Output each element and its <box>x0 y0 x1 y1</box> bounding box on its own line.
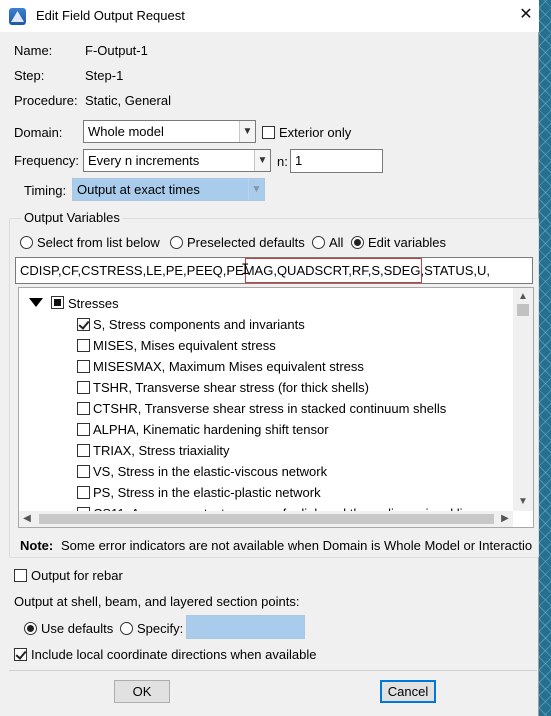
domain-select-value: Whole model <box>88 124 164 139</box>
scroll-thumb[interactable] <box>39 514 494 524</box>
step-value: Step-1 <box>85 68 124 83</box>
tree-item-checkbox[interactable] <box>77 381 90 394</box>
collapse-arrow-icon[interactable] <box>29 298 43 308</box>
chevron-down-icon: ▼ <box>248 179 264 200</box>
rebar-checkbox[interactable] <box>14 569 27 582</box>
tree-item-checkbox[interactable] <box>77 339 90 352</box>
tree-item-label: CTSHR, Transverse shear stress in stacke… <box>93 401 447 416</box>
scroll-left-icon[interactable]: ◀ <box>19 511 35 527</box>
output-variables-tree[interactable]: Stresses S, Stress components and invari… <box>18 287 534 528</box>
step-label: Step: <box>14 68 45 83</box>
local-coords-label: Include local coordinate directions when… <box>31 647 317 662</box>
name-label: Name: <box>14 43 53 58</box>
procedure-value: Static, General <box>85 93 171 108</box>
radio-specify-label: Specify: <box>137 621 184 636</box>
domain-select[interactable]: Whole model ▼ <box>83 120 256 143</box>
note-label: Note: <box>20 538 54 553</box>
radio-preselected-defaults-label: Preselected defaults <box>187 235 305 250</box>
tree-item-label: VS, Stress in the elastic-viscous networ… <box>93 464 328 479</box>
section-points-label: Output at shell, beam, and layered secti… <box>14 594 300 609</box>
tree-item-checkbox[interactable] <box>77 423 90 436</box>
timing-select-value: Output at exact times <box>77 182 200 197</box>
radio-all-label: All <box>329 235 344 250</box>
radio-specify[interactable] <box>120 622 133 635</box>
tree-item-checkbox[interactable] <box>77 444 90 457</box>
radio-select-from-list[interactable] <box>20 236 33 249</box>
radio-preselected-defaults[interactable] <box>170 236 183 249</box>
rebar-label: Output for rebar <box>31 568 123 583</box>
category-checkbox-partial[interactable] <box>51 296 64 309</box>
highlight-annotation-box <box>245 258 422 283</box>
radio-all[interactable] <box>312 236 325 249</box>
divider <box>9 670 537 671</box>
tree-vertical-scrollbar[interactable]: ▲ ▼ <box>513 288 533 511</box>
timing-select[interactable]: Output at exact times ▼ <box>72 178 265 201</box>
chevron-down-icon: ▼ <box>254 150 270 171</box>
scroll-thumb[interactable] <box>517 304 529 316</box>
cancel-button[interactable]: Cancel <box>380 680 436 703</box>
tree-item-label: TRIAX, Stress triaxiality <box>93 443 230 458</box>
scroll-up-icon[interactable]: ▲ <box>513 290 533 304</box>
scroll-right-icon[interactable]: ▶ <box>497 511 513 527</box>
local-coords-checkbox[interactable] <box>14 648 27 661</box>
ok-button[interactable]: OK <box>114 680 170 703</box>
close-icon[interactable]: ✕ <box>516 5 536 25</box>
tree-item-checkbox[interactable] <box>77 318 90 331</box>
specify-input[interactable] <box>186 615 305 639</box>
abaqus-app-icon <box>9 8 26 25</box>
timing-label: Timing: <box>24 183 67 198</box>
text-cursor-icon: I <box>241 262 250 278</box>
tree-item-checkbox[interactable] <box>77 360 90 373</box>
title-bar: Edit Field Output Request ✕ <box>0 0 539 32</box>
output-variables-title: Output Variables <box>21 210 123 225</box>
radio-use-defaults-label: Use defaults <box>41 621 114 636</box>
tree-item-label: TSHR, Transverse shear stress (for thick… <box>93 380 369 395</box>
tree-item-label: ALPHA, Kinematic hardening shift tensor <box>93 422 329 437</box>
frequency-select[interactable]: Every n increments ▼ <box>83 149 271 172</box>
window-title: Edit Field Output Request <box>36 8 185 23</box>
n-input[interactable]: 1 <box>290 149 383 173</box>
tree-item-label: MISESMAX, Maximum Mises equivalent stres… <box>93 359 364 374</box>
tree-item-label: MISES, Mises equivalent stress <box>93 338 276 353</box>
exterior-only-checkbox[interactable] <box>262 126 275 139</box>
tree-item-checkbox[interactable] <box>77 402 90 415</box>
tree-item-label: PS, Stress in the elastic-plastic networ… <box>93 485 321 500</box>
domain-label: Domain: <box>14 125 63 140</box>
frequency-select-value: Every n increments <box>88 153 200 168</box>
radio-select-from-list-label: Select from list below <box>37 235 160 250</box>
scroll-down-icon[interactable]: ▼ <box>513 495 533 509</box>
edit-field-output-dialog: Edit Field Output Request ✕ Name: F-Outp… <box>0 0 539 716</box>
radio-edit-variables[interactable] <box>351 236 364 249</box>
frequency-label: Frequency: <box>14 153 80 168</box>
n-input-value: 1 <box>295 153 303 168</box>
radio-edit-variables-label: Edit variables <box>368 235 447 250</box>
n-label: n: <box>277 154 288 169</box>
procedure-label: Procedure: <box>14 93 78 108</box>
name-value: F-Output-1 <box>85 43 148 58</box>
tree-item-checkbox[interactable] <box>77 465 90 478</box>
tree-category-stresses: Stresses <box>68 296 119 311</box>
note-text: Some error indicators are not available … <box>61 538 533 553</box>
radio-use-defaults[interactable] <box>24 622 37 635</box>
tree-item-label: S, Stress components and invariants <box>93 317 305 332</box>
chevron-down-icon: ▼ <box>239 121 255 142</box>
exterior-only-label: Exterior only <box>279 125 352 140</box>
tree-item-checkbox[interactable] <box>77 486 90 499</box>
tree-horizontal-scrollbar[interactable]: ◀ ▶ <box>19 511 513 527</box>
